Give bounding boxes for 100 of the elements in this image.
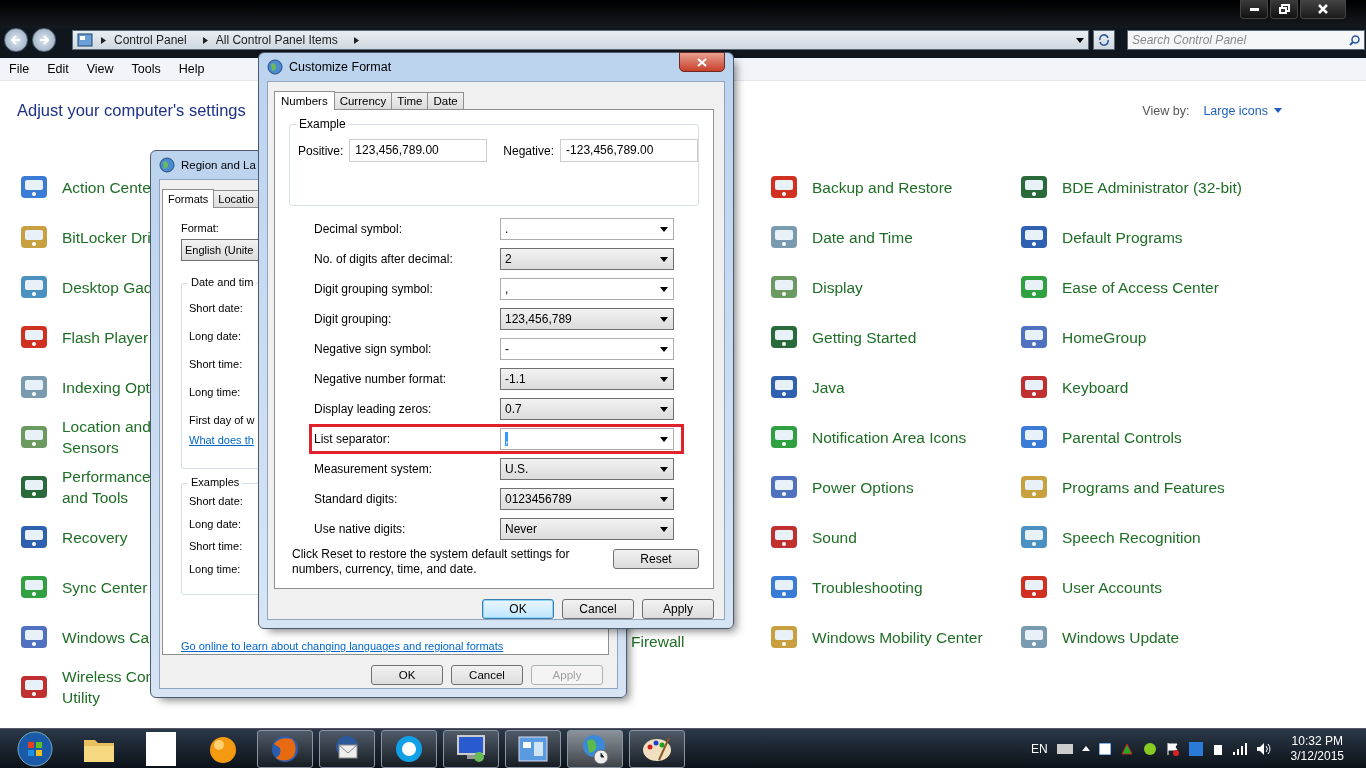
applet-link[interactable]: Date and Time (812, 226, 913, 248)
applet-link[interactable]: Performance and Tools (62, 466, 151, 508)
applet-link[interactable]: Programs and Features (1062, 476, 1225, 498)
applet-link[interactable]: Windows Ca (62, 626, 149, 648)
chevron-icon (353, 36, 359, 44)
tab[interactable]: Currency (333, 92, 393, 109)
tab[interactable]: Date (427, 92, 464, 109)
applet-link[interactable]: Windows Mobility Center (812, 626, 983, 648)
applet-link[interactable]: User Accounts (1062, 576, 1162, 598)
applet-link[interactable]: Location and Sensors (62, 416, 151, 458)
applet-link[interactable]: Indexing Opt (62, 376, 150, 398)
dialog-button[interactable]: Cancel (562, 599, 634, 619)
applet-link[interactable]: Windows Update (1062, 626, 1180, 648)
field-label: Measurement system: (313, 462, 434, 476)
combo-box[interactable]: , (500, 278, 674, 300)
applet-link[interactable]: Getting Started (812, 326, 917, 348)
tab[interactable]: Numbers (274, 91, 335, 110)
tab[interactable]: Locatio (213, 190, 259, 207)
restore-button[interactable] (1270, 0, 1298, 19)
keyboard-icon (1056, 743, 1073, 754)
dropdown[interactable]: 2 (500, 248, 674, 270)
field-label: Long date: (189, 517, 241, 530)
menu-item[interactable]: View (77, 62, 123, 76)
help-link[interactable]: What does th (189, 434, 254, 446)
applet-link[interactable]: Flash Player (62, 326, 149, 348)
tab[interactable]: Time (391, 92, 429, 109)
tab[interactable]: Formats (162, 189, 215, 208)
menu-item[interactable]: Tools (122, 62, 170, 76)
group-legend: Examples (188, 476, 243, 488)
taskbar-button[interactable] (443, 729, 499, 768)
dialog-button[interactable]: Cancel (451, 665, 523, 685)
globe-icon (267, 59, 283, 75)
dropdown-arrow-icon (660, 406, 668, 412)
applet-link[interactable]: BDE Administrator (32-bit) (1062, 176, 1243, 198)
forward-button[interactable] (32, 28, 56, 52)
applet-link[interactable]: Power Options (812, 476, 914, 498)
dropdown[interactable]: U.S. (500, 458, 674, 480)
taskbar-button[interactable] (319, 729, 375, 768)
combo-box[interactable]: . (500, 218, 674, 240)
applet-link[interactable]: BitLocker Dri (62, 226, 151, 248)
search-field[interactable]: Search Control Panel (1127, 30, 1365, 50)
flag-icon[interactable] (1165, 741, 1180, 756)
speaker-icon[interactable] (1255, 741, 1272, 756)
applet-link[interactable]: Action Cente (62, 176, 151, 198)
field-label: Standard digits: (313, 492, 399, 506)
combo-box[interactable]: - (500, 338, 674, 360)
applet-link[interactable]: Sound (812, 526, 857, 548)
applet-link[interactable]: Java (812, 376, 845, 398)
dialog-button[interactable]: Apply (642, 599, 714, 619)
language-indicator[interactable]: EN (1030, 741, 1048, 756)
forward-arrow-icon (39, 35, 49, 45)
dropdown-arrow-icon (660, 466, 668, 472)
start-button[interactable] (16, 729, 54, 768)
reset-button[interactable]: Reset (613, 549, 699, 569)
dialog-button[interactable]: OK (371, 665, 443, 685)
applet-link[interactable]: Keyboard (1062, 376, 1129, 398)
applet-link[interactable]: Notification Area Icons (812, 426, 967, 448)
taskbar-button[interactable] (505, 729, 561, 768)
minimize-icon (1249, 7, 1259, 11)
applet-link[interactable]: Firewall (631, 633, 685, 651)
dropdown-arrow-icon (660, 526, 668, 532)
applet-link[interactable]: Backup and Restore (812, 176, 953, 198)
applet-link[interactable]: Speech Recognition (1062, 526, 1201, 548)
clock-date[interactable]: 3/12/2015 (1290, 748, 1344, 764)
tray-icon[interactable] (1098, 742, 1111, 755)
tray-icon[interactable] (1142, 741, 1157, 756)
dropdown[interactable]: Never (500, 518, 674, 540)
menu-item[interactable]: File (0, 62, 39, 76)
expand-tray-icon[interactable] (1081, 746, 1090, 751)
applet-link[interactable]: Ease of Access Center (1062, 276, 1219, 298)
dropdown[interactable]: 123,456,789 (500, 308, 674, 330)
close-button[interactable] (1300, 0, 1346, 19)
applet-link[interactable]: HomeGroup (1062, 326, 1147, 348)
dialog-button[interactable]: OK (482, 599, 554, 619)
dropdown[interactable]: 0123456789 (500, 488, 674, 510)
help-link[interactable]: Go online to learn about changing languages and regional formats (181, 640, 504, 652)
dropdown[interactable]: 0.7 (500, 398, 674, 420)
applet-link[interactable]: Parental Controls (1062, 426, 1182, 448)
taskbar-button[interactable] (629, 729, 685, 768)
clock-time[interactable]: 10:32 PM (1291, 733, 1343, 749)
close-button[interactable] (679, 52, 725, 72)
applet-link[interactable]: Default Programs (1062, 226, 1183, 248)
taskbar-button[interactable] (257, 729, 313, 768)
menu-item[interactable]: Edit (38, 62, 78, 76)
menu-item[interactable]: Help (169, 62, 214, 76)
back-button[interactable] (4, 28, 28, 52)
applet-link[interactable]: Recovery (62, 526, 128, 548)
applet-link[interactable]: Sync Center (62, 576, 148, 598)
taskbar-button[interactable] (567, 729, 623, 768)
applet-link[interactable]: Troubleshooting (812, 576, 923, 598)
view-by-link[interactable]: Large icons (1203, 103, 1282, 118)
signal-icon[interactable] (1232, 742, 1247, 755)
dropdown[interactable]: -1.1 (500, 368, 674, 390)
chevron-icon (202, 36, 208, 44)
minimize-button[interactable] (1240, 0, 1268, 19)
refresh-button[interactable] (1093, 30, 1115, 50)
applet-link[interactable]: Display (812, 276, 863, 298)
search-icon (1349, 34, 1360, 46)
address-field[interactable]: Control Panel All Control Panel Items (72, 30, 1089, 50)
taskbar-button[interactable] (381, 729, 437, 768)
